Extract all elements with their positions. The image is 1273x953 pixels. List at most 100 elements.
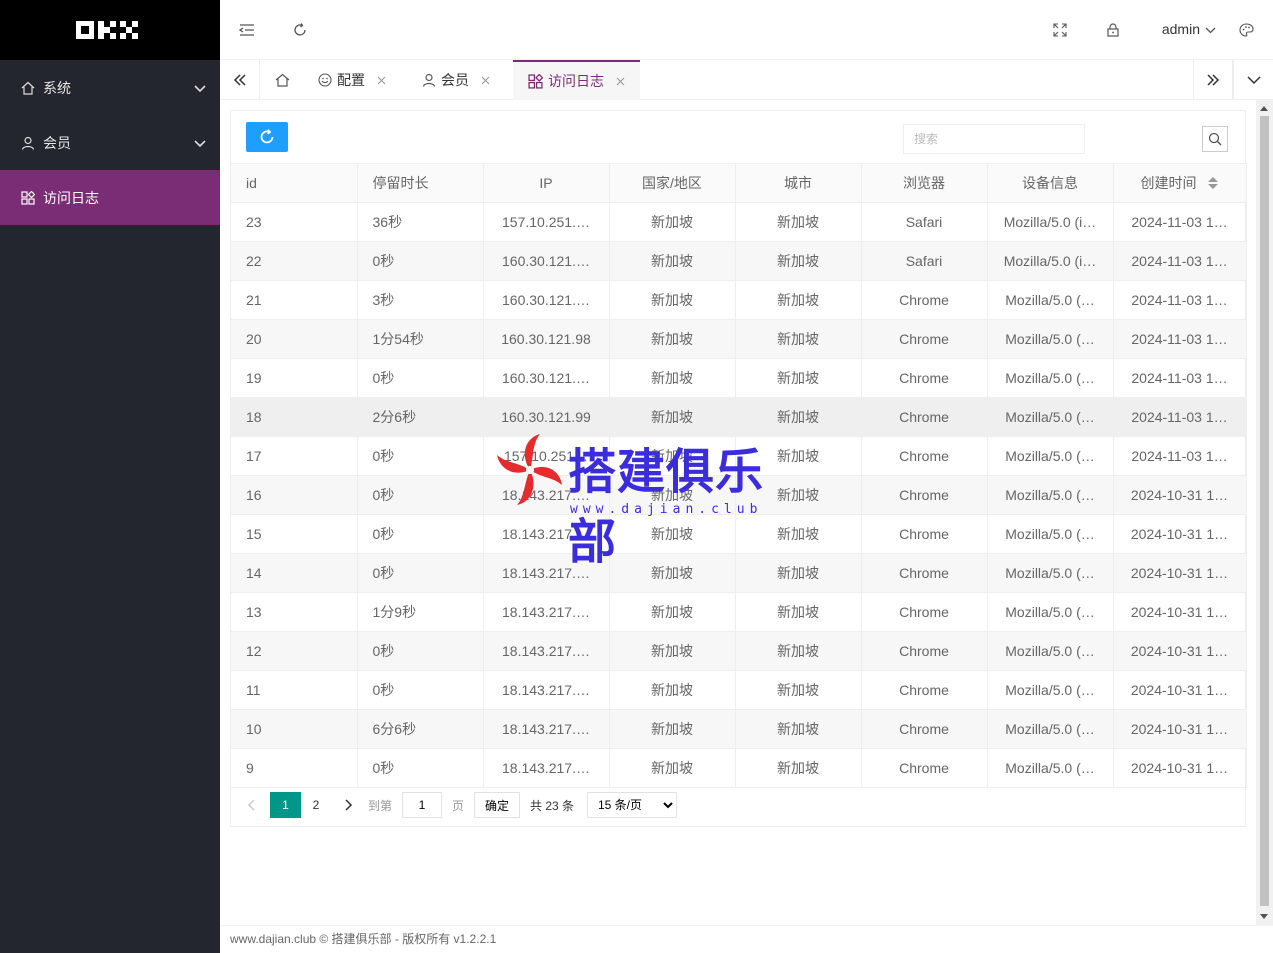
cell-duration: 0秒 [357, 748, 484, 788]
cell-device: Mozilla/5.0 (i… [987, 241, 1114, 281]
cell-device: Mozilla/5.0 (… [987, 397, 1114, 437]
cell-country: 新加坡 [609, 631, 736, 671]
fullscreen-icon[interactable] [1050, 20, 1070, 40]
cell-country: 新加坡 [609, 319, 736, 359]
cell-id: 15 [231, 514, 358, 554]
refresh-button[interactable] [246, 122, 288, 152]
column-header-id[interactable]: id [231, 163, 358, 203]
user-menu[interactable]: admin [1162, 21, 1216, 37]
close-icon[interactable] [616, 77, 625, 86]
user-icon [20, 135, 36, 151]
tab-scroll-right-button[interactable] [1193, 60, 1233, 100]
table-row[interactable]: 17 0秒 157.10.251… 新加坡 新加坡 Chrome Mozilla/5.0 (… [231, 436, 1247, 476]
goto-confirm-button[interactable]: 确定 [474, 792, 521, 818]
tab-bar: 配置 会员 访问日志 [220, 60, 1273, 100]
tab-scroll-left-button[interactable] [220, 60, 260, 100]
table-row[interactable]: 23 36秒 157.10.251.… 新加坡 新加坡 Safari Mozilla/5.0… [231, 202, 1247, 242]
scroll-up-arrow-icon[interactable] [1260, 106, 1268, 111]
cell-browser: Chrome [861, 358, 988, 398]
lock-icon[interactable] [1103, 20, 1123, 40]
close-icon[interactable] [481, 76, 490, 85]
table-row[interactable]: 11 0秒 18.143.217.… 新加坡 新加坡 Chrome Mozilla/5.0 … [231, 670, 1247, 710]
tab-member[interactable]: 会员 [422, 60, 490, 100]
cell-browser: Chrome [861, 553, 988, 593]
search-input[interactable] [903, 124, 1085, 154]
cell-ip: 18.143.217.… [483, 514, 610, 554]
tab-config[interactable]: 配置 [318, 60, 386, 100]
scrollbar-thumb[interactable] [1260, 116, 1269, 906]
column-header-browser[interactable]: 浏览器 [861, 163, 988, 203]
scroll-down-arrow-icon[interactable] [1260, 914, 1268, 919]
cell-id: 20 [231, 319, 358, 359]
sidebar-item-access-log[interactable]: 访问日志 [0, 170, 220, 225]
table-row[interactable]: 21 3秒 160.30.121.… 新加坡 新加坡 Chrome Mozilla/5.0 … [231, 280, 1247, 320]
cell-created-at: 2024-10-31 1… [1113, 514, 1247, 554]
cell-city: 新加坡 [735, 202, 862, 242]
column-header-city[interactable]: 城市 [735, 163, 862, 203]
table-row[interactable]: 10 6分6秒 18.143.217.… 新加坡 新加坡 Chrome Mozilla/5.… [231, 709, 1247, 749]
cell-city: 新加坡 [735, 748, 862, 788]
tab-home[interactable] [260, 60, 304, 100]
cell-duration: 3秒 [357, 280, 484, 320]
table-row[interactable]: 13 1分9秒 18.143.217.… 新加坡 新加坡 Chrome Mozilla/5.… [231, 592, 1247, 632]
cell-device: Mozilla/5.0 (… [987, 748, 1114, 788]
table-header-row: id 停留时长 IP 国家/地区 城市 浏览器 设备信息 创建时间 [231, 163, 1247, 203]
tab-access-log[interactable]: 访问日志 [513, 60, 640, 100]
cell-created-at: 2024-11-03 1… [1113, 280, 1247, 320]
cell-duration: 0秒 [357, 436, 484, 476]
cell-id: 17 [231, 436, 358, 476]
column-header-duration[interactable]: 停留时长 [357, 163, 484, 203]
cell-country: 新加坡 [609, 436, 736, 476]
per-page-select[interactable]: 15 条/页 [587, 792, 677, 818]
refresh-icon[interactable] [290, 20, 310, 40]
cell-ip: 160.30.121.… [483, 358, 610, 398]
cell-device: Mozilla/5.0 (i… [987, 202, 1114, 242]
cell-duration: 0秒 [357, 241, 484, 281]
footer: www.dajian.club © 搭建俱乐部 - 版权所有 v1.2.2.1 [220, 925, 1273, 953]
page-1-button[interactable]: 1 [270, 792, 301, 818]
table-row[interactable]: 15 0秒 18.143.217.… 新加坡 新加坡 Chrome Mozilla/5.0 … [231, 514, 1247, 554]
table-row[interactable]: 22 0秒 160.30.121.… 新加坡 新加坡 Safari Mozilla/5.0 … [231, 241, 1247, 281]
table-row[interactable]: 18 2分6秒 160.30.121.99 新加坡 新加坡 Chrome Mozilla/5… [231, 397, 1247, 437]
cell-device: Mozilla/5.0 (… [987, 553, 1114, 593]
sidebar-item-member[interactable]: 会员 [0, 115, 220, 170]
sort-icon[interactable] [1208, 176, 1219, 192]
cell-country: 新加坡 [609, 358, 736, 398]
chevron-left-icon [247, 799, 255, 811]
logo [0, 0, 220, 60]
cell-city: 新加坡 [735, 631, 862, 671]
table-row[interactable]: 16 0秒 18.143.217.… 新加坡 新加坡 Chrome Mozilla/5.0 … [231, 475, 1247, 515]
page-2-button[interactable]: 2 [306, 792, 326, 818]
goto-page-input[interactable] [402, 792, 442, 818]
prev-page-button[interactable] [243, 792, 259, 818]
column-header-country[interactable]: 国家/地区 [609, 163, 736, 203]
search-button[interactable] [1202, 126, 1228, 152]
cell-created-at: 2024-11-03 1… [1113, 202, 1247, 242]
table-row[interactable]: 19 0秒 160.30.121.… 新加坡 新加坡 Chrome Mozilla/5.0 … [231, 358, 1247, 398]
pagination: 1 2 到第 页 确定 共 23 条 15 条/页 [231, 789, 1245, 819]
column-header-created-at[interactable]: 创建时间 [1113, 163, 1247, 203]
table-row[interactable]: 12 0秒 18.143.217.… 新加坡 新加坡 Chrome Mozilla/5.0 … [231, 631, 1247, 671]
next-page-button[interactable] [341, 792, 357, 818]
cell-ip: 18.143.217.… [483, 592, 610, 632]
goto-label: 到第 [368, 798, 393, 813]
cell-country: 新加坡 [609, 670, 736, 710]
search-icon [1208, 132, 1222, 146]
table-row[interactable]: 20 1分54秒 160.30.121.98 新加坡 新加坡 Chrome Mozilla/… [231, 319, 1247, 359]
column-header-ip[interactable]: IP [483, 163, 610, 203]
sidebar-item-label: 系统 [43, 79, 71, 96]
table-toolbar [231, 111, 1245, 163]
cell-device: Mozilla/5.0 (… [987, 709, 1114, 749]
column-header-device[interactable]: 设备信息 [987, 163, 1114, 203]
vertical-scrollbar[interactable] [1256, 100, 1273, 925]
menu-collapse-icon[interactable] [237, 20, 257, 40]
cell-ip: 18.143.217.… [483, 748, 610, 788]
sidebar-item-system[interactable]: 系统 [0, 60, 220, 115]
tab-menu-button[interactable] [1233, 60, 1273, 100]
table-row[interactable]: 14 0秒 18.143.217.… 新加坡 新加坡 Chrome Mozilla/5.0 … [231, 553, 1247, 593]
cell-ip: 157.10.251… [483, 436, 610, 476]
theme-palette-icon[interactable] [1236, 20, 1256, 40]
close-icon[interactable] [377, 76, 386, 85]
table-row[interactable]: 9 0秒 18.143.217.… 新加坡 新加坡 Chrome Mozilla/5.0 (… [231, 748, 1247, 788]
cell-id: 19 [231, 358, 358, 398]
